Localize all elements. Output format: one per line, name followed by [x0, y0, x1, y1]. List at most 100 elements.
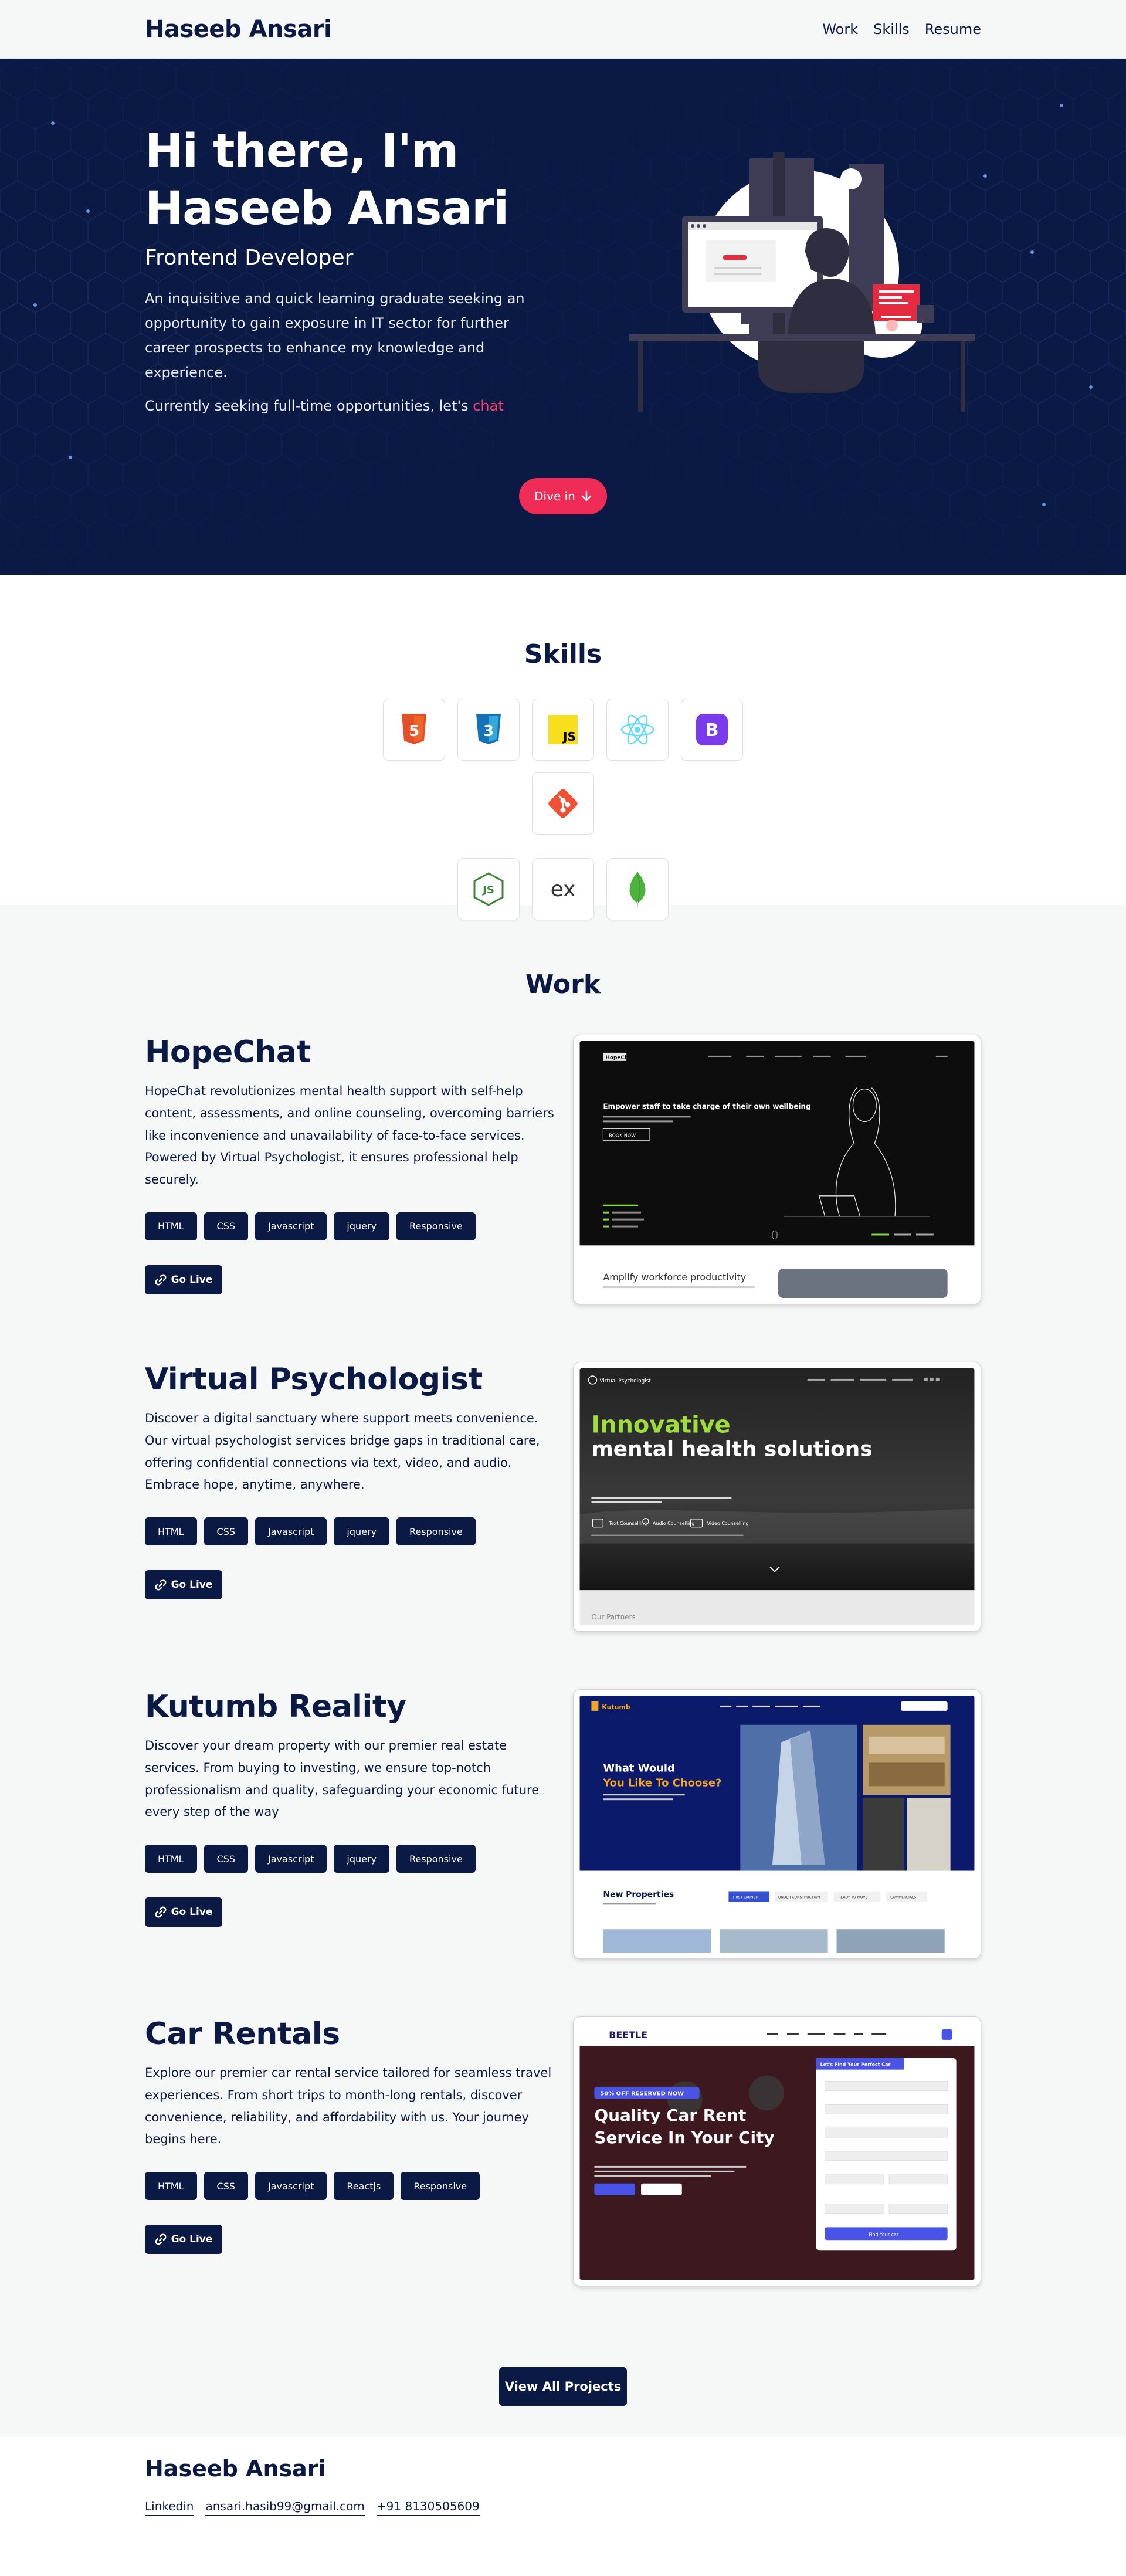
vp-feature-audio: Audio Counselling: [653, 1521, 694, 1526]
work-title: Work: [525, 970, 601, 999]
project-description: Discover your dream property with our pr…: [145, 1738, 540, 1819]
project-title: Kutumb Reality: [145, 1689, 406, 1724]
project-screenshot[interactable]: HopeChat Empower staff to take charge of…: [573, 1035, 981, 1304]
project-title: Car Rentals: [145, 2016, 340, 2052]
tag: HTML: [145, 2172, 197, 2201]
bootstrap-icon-label: B: [706, 720, 719, 741]
nav-work[interactable]: Work: [822, 21, 858, 38]
tag: jquery: [334, 1517, 390, 1546]
link-icon: [155, 1906, 166, 1918]
go-live-label: Go Live: [171, 1906, 213, 1919]
tag: jquery: [334, 1212, 390, 1240]
project-screenshot[interactable]: Virtual Psychologist Innovative mental h…: [573, 1362, 981, 1632]
hopechat-cta: BOOK NOW: [609, 1133, 636, 1138]
express-icon-label: ex: [551, 877, 576, 901]
brand-logo[interactable]: Haseeb Ansari: [145, 16, 332, 43]
kutumb-filter-1: FIRST LAUNCH: [732, 1895, 758, 1899]
link-icon: [155, 1274, 166, 1286]
mongodb-icon: [629, 872, 646, 907]
car-headline: Quality Car Rent Service In Your City: [594, 2106, 775, 2147]
hero-section: Hi there, I'm Haseeb Ansari Frontend Dev…: [0, 59, 1126, 575]
project-screenshot[interactable]: Kutumb What Would You Like To Choose? Ne…: [573, 1689, 981, 1959]
car-badge: 50% OFF RESERVED NOW: [600, 2090, 684, 2097]
tag: Responsive: [401, 2172, 480, 2201]
nodejs-icon: JS: [473, 872, 504, 906]
css3-icon-label: 3: [483, 723, 494, 740]
dive-in-button[interactable]: Dive in: [519, 478, 607, 514]
tag: CSS: [204, 1517, 249, 1546]
kutumb-logo: Kutumb: [602, 1703, 630, 1711]
skill-git: [532, 772, 594, 835]
skills-title: Skills: [524, 639, 602, 669]
project-tags: HTML CSS Javascript jquery Responsive: [145, 1517, 555, 1546]
projects-list: HopeChat HopeChat revolutionizes mental …: [145, 1035, 981, 2344]
css3-icon: 3: [476, 714, 501, 744]
nav-resume[interactable]: Resume: [925, 21, 981, 38]
go-live-button[interactable]: Go Live: [145, 2225, 222, 2255]
tag: Responsive: [396, 1212, 476, 1240]
site-footer: Haseeb Ansari Linkedin ansari.hasib99@gm…: [0, 2437, 1126, 2576]
go-live-button[interactable]: Go Live: [145, 1570, 222, 1600]
project-virtual-psychologist: Virtual Psychologist Discover a digital …: [145, 1362, 981, 1689]
hero-role: Frontend Developer: [145, 246, 354, 270]
kutumb-section-title: New Properties: [603, 1890, 674, 1899]
tag: jquery: [334, 1845, 390, 1873]
hero-description: An inquisitive and quick learning gradua…: [145, 290, 525, 381]
main-nav: Work Skills Resume: [822, 21, 981, 38]
project-title: Virtual Psychologist: [145, 1362, 483, 1397]
skill-css: 3: [457, 699, 520, 761]
html5-icon: 5: [402, 714, 426, 744]
go-live-label: Go Live: [171, 2233, 213, 2246]
vp-feature-text: Text Counselling: [608, 1521, 647, 1526]
hero-seeking: Currently seeking full-time opportunitie…: [145, 398, 555, 414]
footer-email-link[interactable]: ansari.hasib99@gmail.com: [205, 2499, 365, 2516]
kutumb-headline-white: What Would: [603, 1762, 675, 1774]
site-header: Haseeb Ansari Work Skills Resume: [0, 0, 1126, 59]
tag: HTML: [145, 1212, 197, 1240]
project-description: HopeChat revolutionizes mental health su…: [145, 1084, 554, 1187]
go-live-button[interactable]: Go Live: [145, 1265, 222, 1294]
git-icon: [548, 789, 578, 818]
tag: HTML: [145, 1845, 197, 1873]
tag: Javascript: [255, 1212, 327, 1240]
work-section: Work HopeChat HopeChat revolutionizes me…: [0, 905, 1126, 2437]
view-all-projects-button[interactable]: View All Projects: [499, 2367, 627, 2406]
project-tags: HTML CSS Javascript jquery Responsive: [145, 1212, 555, 1240]
project-screenshot[interactable]: BEETLE 50% OFF RESERVED NOW Quality Car …: [573, 2016, 981, 2286]
vp-feature-video: Video Counselling: [707, 1521, 749, 1526]
footer-linkedin-link[interactable]: Linkedin: [145, 2499, 194, 2516]
kutumb-preview: Kutumb What Would You Like To Choose? Ne…: [579, 1696, 975, 1953]
hopechat-preview: HopeChat Empower staff to take charge of…: [579, 1041, 975, 1298]
hopechat-footer-text: Amplify workforce productivity: [603, 1272, 746, 1283]
footer-phone-link[interactable]: +91 8130505609: [376, 2499, 480, 2516]
go-live-label: Go Live: [171, 1273, 213, 1286]
react-icon: [620, 714, 654, 745]
hopechat-headline: Empower staff to take charge of their ow…: [603, 1102, 810, 1110]
project-description: Discover a digital sanctuary where suppo…: [145, 1411, 540, 1492]
kutumb-filter-4: COMMERCIALS: [890, 1895, 916, 1899]
hero-seeking-text: Currently seeking full-time opportunitie…: [145, 398, 473, 414]
nav-skills[interactable]: Skills: [873, 21, 910, 38]
javascript-icon: JS: [548, 715, 578, 744]
skill-express: ex: [532, 858, 594, 920]
chat-link[interactable]: chat: [473, 398, 504, 414]
kutumb-filter-3: READY TO MOVE: [839, 1895, 868, 1899]
skill-javascript: JS: [532, 699, 594, 761]
car-form-button: Find Your car: [869, 2232, 899, 2237]
project-hopechat: HopeChat HopeChat revolutionizes mental …: [145, 1035, 981, 1362]
skill-bootstrap: B: [681, 699, 743, 761]
virtual-psychologist-preview: Virtual Psychologist Innovative mental h…: [579, 1368, 975, 1625]
tag: HTML: [145, 1517, 197, 1546]
tag: Javascript: [255, 1517, 327, 1546]
skill-html: 5: [383, 699, 445, 761]
link-icon: [155, 1579, 166, 1591]
arrow-down-icon: [581, 490, 592, 501]
developer-at-desk-illustration: [629, 152, 975, 412]
go-live-button[interactable]: Go Live: [145, 1897, 222, 1927]
html5-icon-label: 5: [409, 723, 419, 740]
skill-react: [606, 699, 669, 761]
car-rentals-preview: BEETLE 50% OFF RESERVED NOW Quality Car …: [579, 2023, 975, 2280]
vp-headline-white: mental health solutions: [591, 1437, 872, 1461]
hopechat-logo: HopeChat: [605, 1055, 635, 1061]
car-form-title: Let's Find Your Perfect Car: [820, 2062, 891, 2067]
